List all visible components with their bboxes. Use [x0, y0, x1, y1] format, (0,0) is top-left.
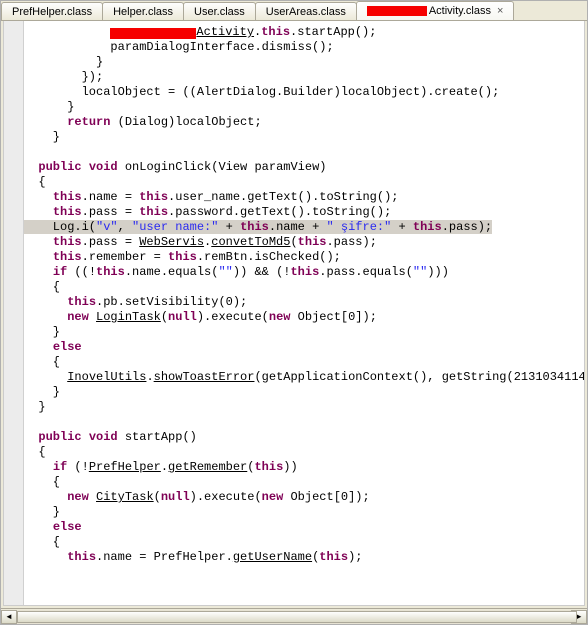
horizontal-scrollbar: ◄ ►	[1, 608, 587, 624]
scroll-track[interactable]	[17, 610, 571, 624]
tab-user[interactable]: User.class	[183, 2, 256, 20]
chevron-left-icon: ◄	[5, 612, 13, 621]
code-editor[interactable]: Activity.this.startApp(); paramDialogInt…	[24, 21, 584, 605]
tab-label: User.class	[194, 6, 245, 18]
editor-gutter	[4, 21, 24, 605]
redacted-icon	[367, 6, 427, 16]
tab-label: Helper.class	[113, 6, 173, 18]
tab-prefhelper[interactable]: PrefHelper.class	[1, 2, 103, 20]
editor-area: Activity.this.startApp(); paramDialogInt…	[3, 21, 585, 606]
tab-bar: PrefHelper.class Helper.class User.class…	[1, 1, 587, 21]
tab-label: Activity.class	[429, 5, 491, 17]
ide-window: PrefHelper.class Helper.class User.class…	[0, 0, 588, 625]
tab-label: UserAreas.class	[266, 6, 346, 18]
close-icon[interactable]: ×	[497, 5, 503, 17]
scroll-left-button[interactable]: ◄	[1, 610, 17, 624]
tab-label: PrefHelper.class	[12, 6, 92, 18]
tab-helper[interactable]: Helper.class	[102, 2, 184, 20]
redacted-icon	[110, 28, 196, 39]
tab-userareas[interactable]: UserAreas.class	[255, 2, 357, 20]
scroll-thumb[interactable]	[17, 611, 577, 623]
tab-activity[interactable]: Activity.class ×	[356, 1, 515, 20]
